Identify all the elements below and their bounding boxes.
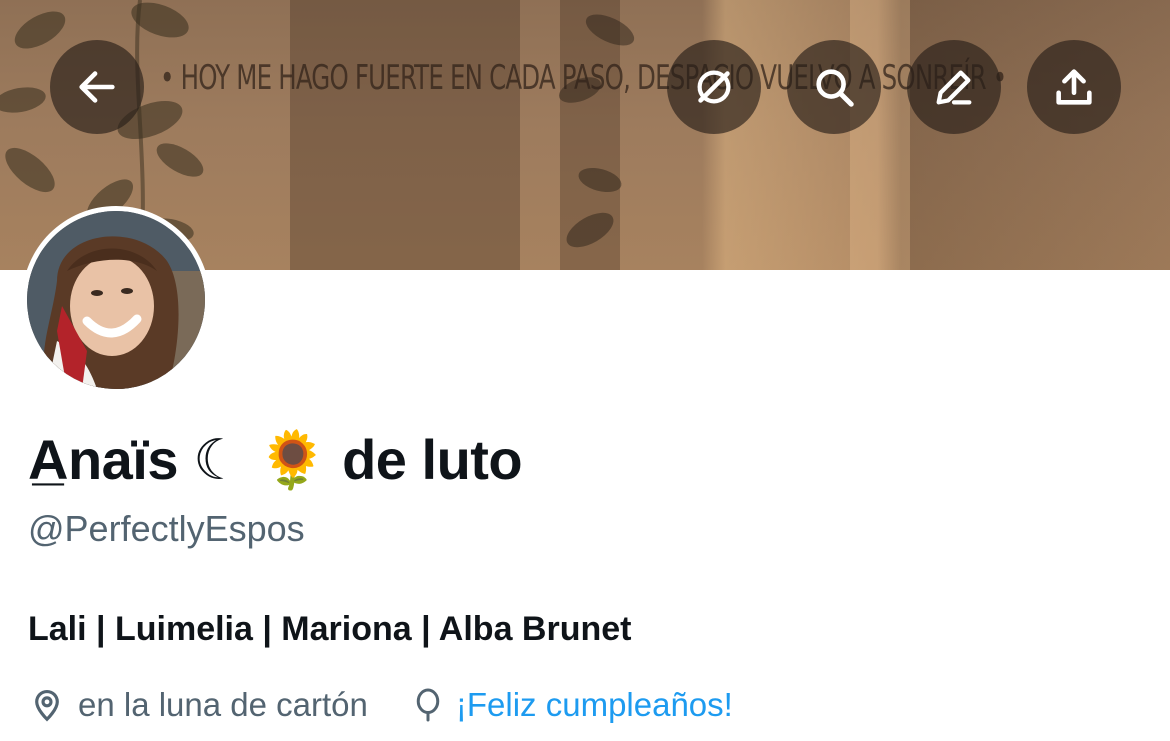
avatar[interactable] bbox=[22, 206, 210, 394]
share-icon bbox=[1056, 69, 1092, 105]
location-text: en la luna de cartón bbox=[78, 686, 368, 723]
display-name-row: A̲naïs ☾ 🌻 de luto bbox=[28, 420, 523, 500]
profile-bio: Lali | Luimelia | Mariona | Alba Brunet bbox=[28, 610, 632, 648]
banner-shadow bbox=[290, 0, 520, 270]
banner-plant-shadow-right bbox=[558, 14, 635, 248]
banner-light bbox=[850, 0, 910, 270]
grok-button[interactable] bbox=[667, 40, 761, 134]
user-handle: @PerfectlyEspos bbox=[28, 508, 305, 549]
edit-button[interactable] bbox=[907, 40, 1001, 134]
share-button[interactable] bbox=[1027, 40, 1121, 134]
avatar-photo bbox=[27, 211, 205, 389]
location-item: en la luna de cartón bbox=[28, 686, 368, 724]
birthday-link[interactable]: ¡Feliz cumpleaños! bbox=[456, 686, 733, 724]
search-button[interactable] bbox=[787, 40, 881, 134]
pencil-icon bbox=[936, 70, 972, 105]
display-name: A̲naïs ☾ 🌻 de luto bbox=[28, 428, 523, 491]
balloon-icon bbox=[416, 688, 440, 722]
arrow-left-icon bbox=[79, 71, 115, 103]
birthday-item: ¡Feliz cumpleaños! bbox=[410, 686, 733, 724]
location-pin-icon bbox=[35, 690, 59, 722]
profile-meta: en la luna de cartón ¡Feliz cumpleaños! bbox=[28, 686, 733, 724]
grok-icon bbox=[697, 70, 731, 104]
back-button[interactable] bbox=[50, 40, 144, 134]
search-icon bbox=[816, 69, 854, 107]
